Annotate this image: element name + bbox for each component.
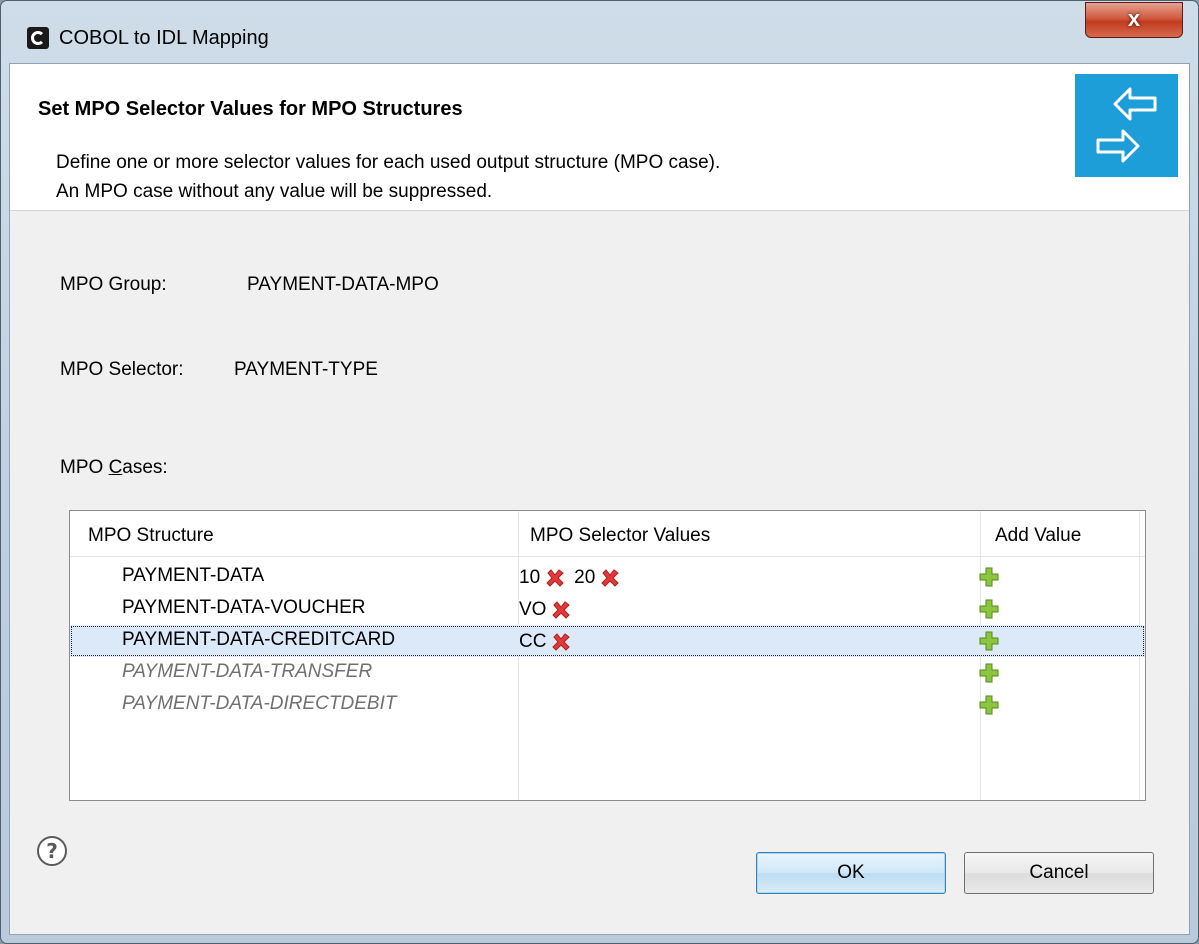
selector-values-cell: CC — [519, 629, 580, 655]
add-value-icon[interactable] — [978, 662, 1000, 684]
mpo-selector-value: PAYMENT-TYPE — [234, 359, 378, 380]
header-description: Define one or more selector values for e… — [56, 148, 720, 206]
delete-value-icon[interactable] — [544, 567, 566, 589]
mpo-structure-cell: PAYMENT-DATA-VOUCHER — [122, 597, 366, 618]
header-description-line2: An MPO case without any value will be su… — [56, 181, 493, 202]
svg-text:?: ? — [46, 839, 58, 863]
column-header-selector-values[interactable]: MPO Selector Values — [530, 525, 710, 547]
delete-value-icon[interactable] — [550, 599, 572, 621]
mpo-structure-cell: PAYMENT-DATA — [122, 565, 265, 586]
delete-value-icon[interactable] — [599, 567, 621, 589]
selector-value: CC — [519, 631, 547, 652]
selector-values-cell: VO — [519, 597, 580, 623]
help-icon[interactable]: ? — [36, 835, 68, 867]
column-header-structure[interactable]: MPO Structure — [88, 525, 214, 547]
mpo-group-label: MPO Group: — [60, 274, 167, 295]
header-title: Set MPO Selector Values for MPO Structur… — [38, 98, 463, 120]
add-value-icon[interactable] — [978, 694, 1000, 716]
table-row[interactable]: PAYMENT-DATA 10 20 — [70, 561, 1145, 593]
dialog-window: COBOL to IDL Mapping x Set MPO Selector … — [0, 0, 1199, 944]
selector-value: 20 — [574, 567, 596, 588]
wizard-header: Set MPO Selector Values for MPO Structur… — [10, 64, 1189, 211]
table-row[interactable]: PAYMENT-DATA-TRANSFER — [70, 657, 1145, 689]
selector-value: VO — [519, 599, 547, 620]
mpo-group-value: PAYMENT-DATA-MPO — [247, 274, 439, 295]
selector-value: 10 — [519, 567, 541, 588]
table-row[interactable]: PAYMENT-DATA-CREDITCARD CC — [70, 625, 1145, 657]
mpo-structure-cell: PAYMENT-DATA-TRANSFER — [122, 661, 373, 682]
add-value-icon[interactable] — [978, 566, 1000, 588]
cancel-button[interactable]: Cancel — [964, 852, 1154, 894]
mpo-structure-cell: PAYMENT-DATA-DIRECTDEBIT — [122, 693, 397, 714]
header-description-line1: Define one or more selector values for e… — [56, 152, 721, 173]
mpo-selector-label: MPO Selector: — [60, 359, 184, 380]
ok-button[interactable]: OK — [756, 852, 946, 894]
window-title: COBOL to IDL Mapping — [59, 27, 269, 49]
mpo-cases-label: MPO Cases: — [60, 457, 168, 478]
app-icon — [27, 27, 49, 49]
mpo-structure-cell: PAYMENT-DATA-CREDITCARD — [122, 629, 396, 650]
selector-values-cell: 10 20 — [519, 565, 629, 591]
delete-value-icon[interactable] — [550, 631, 572, 653]
table-row[interactable]: PAYMENT-DATA-DIRECTDEBIT — [70, 689, 1145, 721]
title-bar[interactable]: COBOL to IDL Mapping x — [1, 1, 1198, 63]
table-header: MPO Structure MPO Selector Values Add Va… — [70, 511, 1145, 557]
swap-arrows-icon — [1075, 74, 1178, 177]
mpo-cases-table[interactable]: MPO Structure MPO Selector Values Add Va… — [69, 510, 1146, 801]
dialog-client-area: Set MPO Selector Values for MPO Structur… — [9, 63, 1190, 935]
close-button[interactable]: x — [1085, 2, 1183, 38]
close-icon: x — [1127, 6, 1141, 31]
add-value-icon[interactable] — [978, 630, 1000, 652]
add-value-icon[interactable] — [978, 598, 1000, 620]
table-row[interactable]: PAYMENT-DATA-VOUCHER VO — [70, 593, 1145, 625]
column-header-add-value[interactable]: Add Value — [995, 525, 1081, 547]
